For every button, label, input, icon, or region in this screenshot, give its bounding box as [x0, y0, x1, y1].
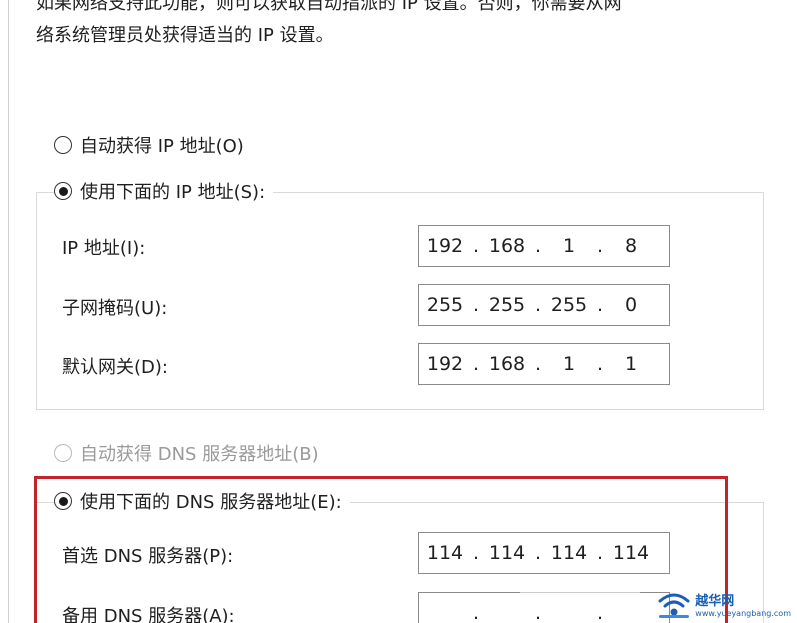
watermark-url: www.yueyangbang.com [695, 609, 791, 618]
subnet-mask-input[interactable]: 255 . 255 . 255 . 0 [418, 284, 670, 326]
radio-manual-ip-circle[interactable] [54, 182, 72, 200]
ip-address-label: IP 地址(I): [62, 238, 146, 259]
ip-settings-panel: 如果网络支持此功能，则可以获取自动指派的 IP 设置。否则，你需要从网 络系统管… [0, 0, 797, 623]
octet: 192 [426, 235, 464, 257]
octet: 255 [426, 294, 464, 316]
octet-separator: . [596, 353, 604, 375]
octet: 8 [624, 235, 638, 257]
radio-manual-ip-label: 使用下面的 IP 地址(S): [80, 182, 266, 203]
octet-separator: . [596, 235, 604, 257]
intro-line-1: 如果网络支持此功能，则可以获取自动指派的 IP 设置。否则，你需要从网 [36, 0, 622, 14]
octet-separator: . [534, 294, 542, 316]
ip-address-input[interactable]: 192 . 168 . 1 . 8 [418, 225, 670, 267]
radio-selected-dot [58, 186, 68, 196]
radio-auto-dns-label: 自动获得 DNS 服务器地址(B) [80, 444, 319, 465]
radio-auto-ip[interactable]: 自动获得 IP 地址(O) [54, 132, 252, 158]
octet: 255 [488, 294, 526, 316]
watermark-fade [520, 575, 640, 603]
radio-auto-dns-circle[interactable] [54, 444, 72, 462]
octet: 1 [562, 235, 576, 257]
octet-separator: . [534, 353, 542, 375]
watermark-text: 越华网 www.yueyangbang.com [695, 595, 791, 619]
octet-separator: . [534, 235, 542, 257]
radio-manual-ip[interactable]: 使用下面的 IP 地址(S): [54, 178, 274, 204]
default-gateway-label: 默认网关(D): [62, 357, 168, 378]
dialog-border [8, 0, 9, 623]
radio-auto-dns[interactable]: 自动获得 DNS 服务器地址(B) [54, 440, 327, 466]
octet: 168 [488, 235, 526, 257]
octet-separator: . [596, 294, 604, 316]
default-gateway-input[interactable]: 192 . 168 . 1 . 1 [418, 343, 670, 385]
watermark: 越华网 www.yueyangbang.com [657, 589, 791, 619]
subnet-mask-label: 子网掩码(U): [62, 298, 168, 319]
octet: 1 [562, 353, 576, 375]
octet-separator: . [472, 353, 480, 375]
octet: 168 [488, 353, 526, 375]
octet-separator: . [472, 294, 480, 316]
octet: 192 [426, 353, 464, 375]
octet: 0 [624, 294, 638, 316]
octet-separator: . [472, 235, 480, 257]
radio-auto-ip-circle[interactable] [54, 136, 72, 154]
octet: 1 [624, 353, 638, 375]
watermark-title: 越华网 [695, 594, 735, 609]
intro-text: 如果网络支持此功能，则可以获取自动指派的 IP 设置。否则，你需要从网 络系统管… [36, 0, 756, 52]
octet: 255 [550, 294, 588, 316]
radio-auto-ip-label: 自动获得 IP 地址(O) [80, 136, 244, 157]
wifi-logo-icon [657, 589, 691, 619]
intro-line-2: 络系统管理员处获得适当的 IP 设置。 [36, 25, 334, 46]
